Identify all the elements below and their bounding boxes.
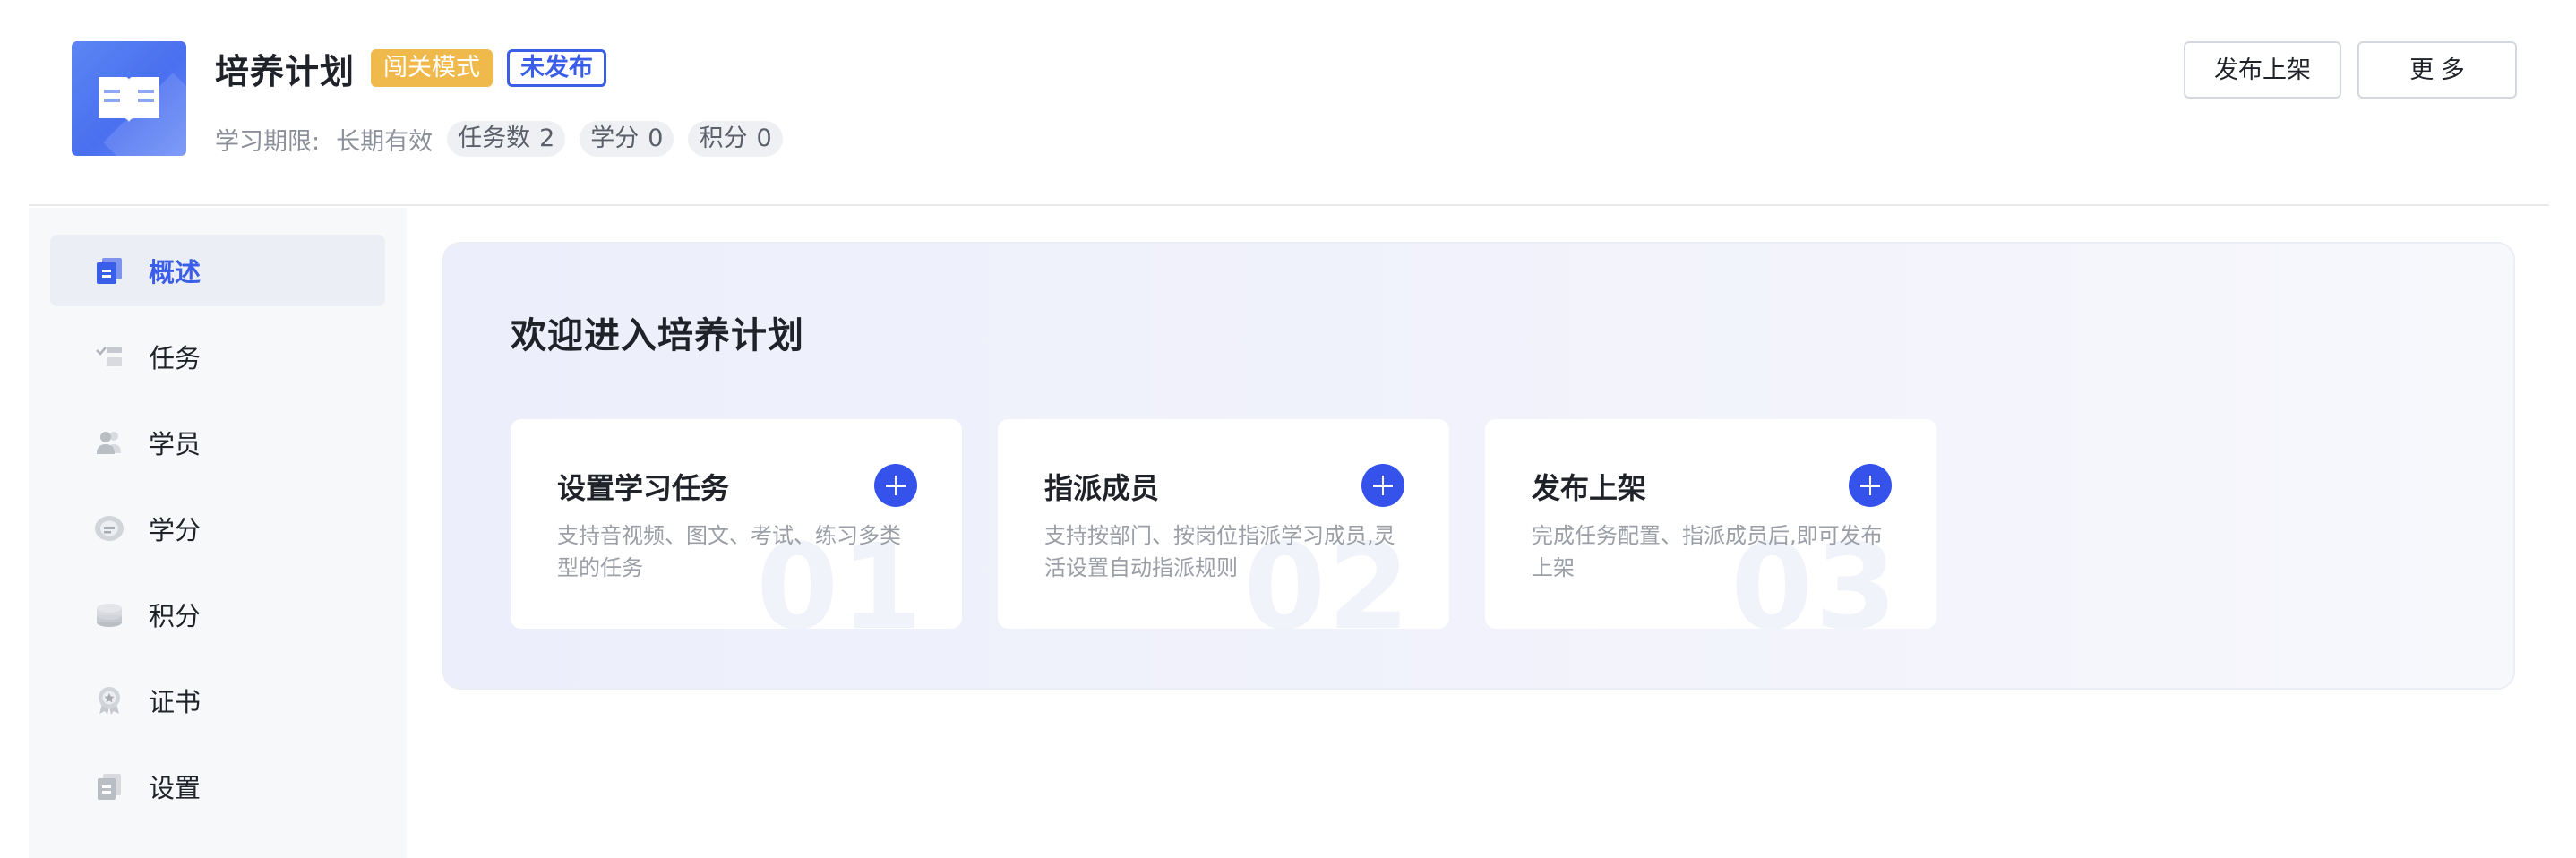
step-card-assign-members: 指派成员 支持按部门、按岗位指派学习成员,灵活设置自动指派规则 02 — [998, 419, 1449, 629]
add-member-button[interactable] — [1361, 464, 1404, 507]
period-label: 学习期限: — [215, 127, 321, 156]
more-button[interactable]: 更 多 — [2357, 41, 2517, 99]
welcome-title: 欢迎进入培养计划 — [511, 315, 804, 356]
overview-icon — [97, 258, 122, 284]
status-badge: 未发布 — [507, 49, 607, 87]
page-title: 培养计划 — [215, 51, 356, 91]
stat-label: 学分 — [590, 124, 640, 152]
add-task-button[interactable] — [874, 464, 917, 507]
credit-icon — [95, 516, 124, 541]
step-card-publish: 发布上架 完成任务配置、指派成员后,即可发布上架 03 — [1485, 419, 1936, 629]
welcome-panel: 欢迎进入培养计划 设置学习任务 支持音视频、图文、考试、练习多类型的任务 01 … — [442, 242, 2515, 690]
stat-value: 0 — [756, 124, 772, 152]
sidebar-item-overview[interactable]: 概述 — [50, 235, 385, 306]
mode-tag: 闯关模式 — [371, 49, 494, 87]
plan-header: 培养计划 闯关模式 未发布 学习期限: 长期有效 任务数 2 学分 0 积分 0… — [29, 0, 2549, 206]
sidebar-item-certificates[interactable]: 证书 — [50, 665, 385, 736]
sidebar-item-label: 设置 — [149, 773, 202, 803]
sidebar-item-credits[interactable]: 学分 — [50, 493, 385, 564]
sidebar-item-label: 任务 — [149, 343, 202, 373]
sidebar: 概述 任务 学员 学分 积分 证书 设置 — [29, 208, 407, 858]
stat-label: 积分 — [699, 124, 748, 152]
stat-label: 任务数 — [458, 124, 531, 152]
stat-pill-credits: 学分 0 — [580, 121, 674, 157]
book-icon — [99, 77, 159, 122]
sidebar-item-label: 积分 — [149, 601, 202, 631]
title-row: 培养计划 闯关模式 未发布 — [215, 45, 607, 91]
sidebar-item-label: 学员 — [149, 429, 202, 459]
step-description: 完成任务配置、指派成员后,即可发布上架 — [1532, 523, 1883, 580]
step-title: 设置学习任务 — [557, 471, 730, 505]
certificate-icon — [99, 687, 120, 715]
points-icon — [97, 604, 122, 627]
publish-button[interactable]: 发布上架 — [2184, 41, 2341, 99]
step-description: 支持按部门、按岗位指派学习成员,灵活设置自动指派规则 — [1044, 523, 1395, 580]
sidebar-item-label: 概述 — [149, 257, 202, 287]
period-value: 长期有效 — [336, 127, 434, 156]
task-icon — [96, 347, 122, 366]
stat-value: 2 — [539, 124, 555, 152]
sidebar-item-members[interactable]: 学员 — [50, 407, 385, 478]
stat-value: 0 — [648, 124, 664, 152]
sidebar-item-tasks[interactable]: 任务 — [50, 321, 385, 392]
sidebar-item-settings[interactable]: 设置 — [50, 751, 385, 822]
step-title: 发布上架 — [1532, 471, 1647, 505]
step-description: 支持音视频、图文、考试、练习多类型的任务 — [557, 523, 901, 580]
publish-add-button[interactable] — [1849, 464, 1892, 507]
plan-cover-image — [72, 41, 186, 156]
plan-meta: 学习期限: 长期有效 任务数 2 学分 0 积分 0 — [215, 120, 783, 158]
sidebar-item-points[interactable]: 积分 — [50, 579, 385, 650]
sidebar-item-label: 证书 — [149, 687, 202, 717]
sidebar-item-label: 学分 — [149, 515, 202, 545]
stat-pill-points: 积分 0 — [688, 121, 783, 157]
settings-icon — [98, 774, 121, 800]
stat-pill-tasks: 任务数 2 — [447, 121, 566, 157]
step-title: 指派成员 — [1044, 471, 1160, 505]
users-icon — [97, 432, 121, 454]
step-card-set-tasks: 设置学习任务 支持音视频、图文、考试、练习多类型的任务 01 — [511, 419, 962, 629]
